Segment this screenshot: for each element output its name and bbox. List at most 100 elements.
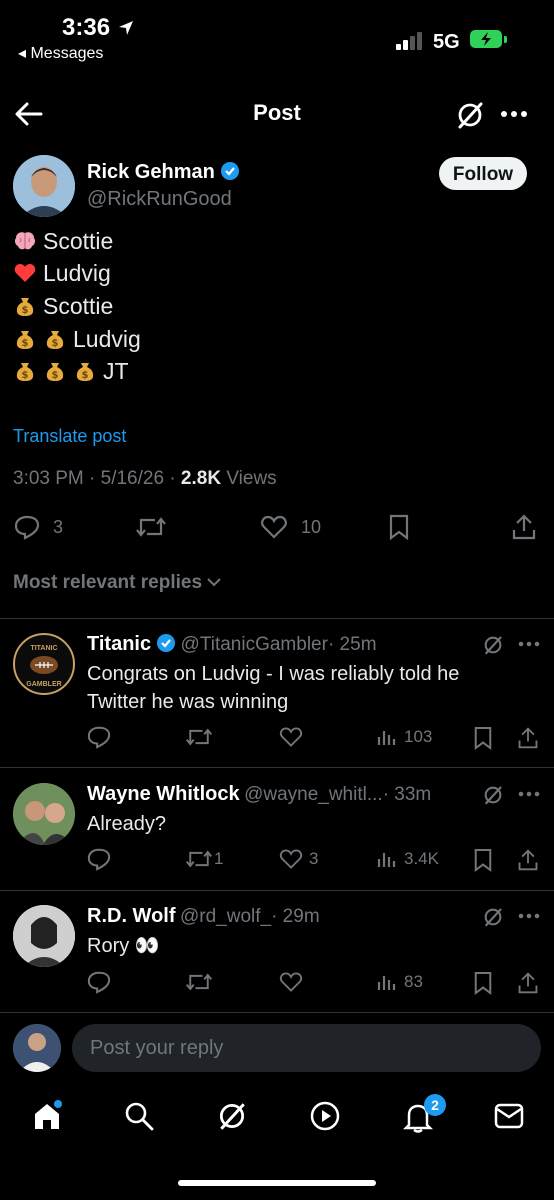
post-line: Scottie (13, 228, 113, 258)
svg-text:$: $ (52, 370, 59, 381)
search-icon[interactable] (124, 1101, 154, 1131)
bookmark-icon[interactable] (473, 847, 493, 873)
svg-text:$: $ (22, 370, 29, 381)
author-avatar[interactable] (13, 155, 75, 217)
battery-tip (504, 36, 507, 43)
reply-icon[interactable] (87, 970, 111, 994)
location-arrow-icon (118, 21, 133, 35)
repost-icon[interactable] (135, 514, 167, 540)
svg-text:$: $ (52, 338, 59, 349)
chevron-down-icon (207, 578, 222, 587)
post-line: $ $ $ JT (13, 358, 129, 388)
views-count: 103 (404, 727, 433, 746)
reply-header[interactable]: Titanic @TitanicGambler· 25m (87, 633, 377, 656)
reply-text: Rory 👀 (87, 935, 160, 957)
grok-icon[interactable] (482, 784, 504, 806)
reply-header[interactable]: R.D. Wolf @rd_wolf_· 29m (87, 905, 320, 928)
divider (0, 890, 554, 891)
post-line: $ $ Ludvig (13, 326, 141, 356)
bookmark-icon[interactable] (388, 513, 410, 541)
like-icon[interactable] (279, 970, 303, 994)
views-icon[interactable] (377, 849, 397, 869)
bookmark-icon[interactable] (473, 970, 493, 996)
money-bag-icon: $ (13, 327, 37, 351)
views-count: 3.4K (404, 849, 439, 868)
more-icon[interactable] (518, 641, 540, 647)
views-icon[interactable] (377, 727, 397, 747)
my-avatar[interactable] (13, 1024, 61, 1072)
money-bag-icon: $ (43, 327, 67, 351)
grok-icon[interactable] (482, 634, 504, 656)
money-bag-icon: $ (13, 294, 37, 318)
home-indicator[interactable] (178, 1180, 376, 1186)
reply-avatar[interactable] (13, 783, 75, 845)
reply-text: Already? (87, 813, 166, 835)
titanic-logo-text: TITANIC (30, 645, 57, 652)
reply-count: 3 (53, 517, 64, 537)
home-icon[interactable] (31, 1100, 63, 1132)
like-icon[interactable] (279, 725, 303, 749)
views-count: 2.8K (180, 468, 222, 489)
more-icon[interactable] (500, 110, 528, 118)
video-play-icon[interactable] (310, 1101, 340, 1131)
money-bag-icon: $ (43, 359, 67, 383)
back-to-messages[interactable]: ◂ Messages (18, 43, 103, 63)
reply-actions: 83 (87, 970, 539, 996)
battery-icon (470, 30, 502, 48)
verified-badge-icon (157, 634, 176, 652)
heart-icon (13, 261, 37, 285)
post-line: $ Scottie (13, 293, 113, 323)
author-name: Rick Gehman (87, 161, 215, 183)
repost-icon[interactable] (185, 847, 213, 871)
reply-actions: 103 (87, 725, 539, 751)
share-icon[interactable] (517, 970, 539, 996)
svg-text:GAMBLER: GAMBLER (26, 681, 61, 688)
share-icon[interactable] (517, 847, 539, 873)
reply-avatar[interactable]: TITANIC GAMBLER (13, 633, 75, 695)
messages-envelope-icon[interactable] (494, 1103, 524, 1129)
more-icon[interactable] (518, 791, 540, 797)
reply-avatar[interactable] (13, 905, 75, 967)
reply-text: Congrats on Ludvig - I was reliably told… (87, 663, 460, 713)
grok-icon[interactable] (216, 1100, 248, 1132)
status-time: 3:36 (62, 14, 135, 42)
notifications-badge: 2 (424, 1094, 446, 1116)
follow-button[interactable]: Follow (439, 157, 527, 190)
grok-icon[interactable] (455, 100, 485, 130)
replies-sort[interactable]: Most relevant replies (13, 572, 222, 594)
more-icon[interactable] (518, 913, 540, 919)
share-icon[interactable] (517, 725, 539, 751)
reply-icon[interactable] (87, 847, 111, 871)
repost-icon[interactable] (185, 725, 213, 749)
reply-header[interactable]: Wayne Whitlock @wayne_whitl...· 33m (87, 783, 431, 806)
views-icon[interactable] (377, 972, 397, 992)
grok-icon[interactable] (482, 906, 504, 928)
repost-icon[interactable] (185, 970, 213, 994)
brain-icon (13, 229, 37, 253)
like-icon[interactable] (260, 514, 288, 540)
post-line: Ludvig (13, 260, 111, 290)
svg-text:$: $ (82, 370, 89, 381)
translate-post-link[interactable]: Translate post (13, 426, 126, 447)
post-meta: 3:03 PM · 5/16/26 · 2.8K Views (13, 468, 277, 489)
cellular-signal-icon (396, 32, 422, 50)
author-handle[interactable]: @RickRunGood (87, 188, 232, 211)
repost-count: 1 (214, 849, 224, 868)
divider (0, 1012, 554, 1013)
reply-icon[interactable] (87, 725, 111, 749)
like-count: 10 (301, 517, 322, 537)
divider (0, 618, 554, 619)
like-icon[interactable] (279, 847, 303, 871)
money-bag-icon: $ (13, 359, 37, 383)
verified-badge-icon (220, 162, 239, 180)
author-name-row[interactable]: Rick Gehman (87, 161, 240, 184)
share-icon[interactable] (511, 513, 537, 541)
money-bag-icon: $ (73, 359, 97, 383)
reply-placeholder: Post your reply (90, 1037, 224, 1059)
svg-text:$: $ (22, 305, 29, 316)
reply-icon[interactable] (14, 514, 40, 540)
divider (0, 767, 554, 768)
views-count: 83 (404, 972, 423, 991)
svg-text:$: $ (22, 338, 29, 349)
bookmark-icon[interactable] (473, 725, 493, 751)
